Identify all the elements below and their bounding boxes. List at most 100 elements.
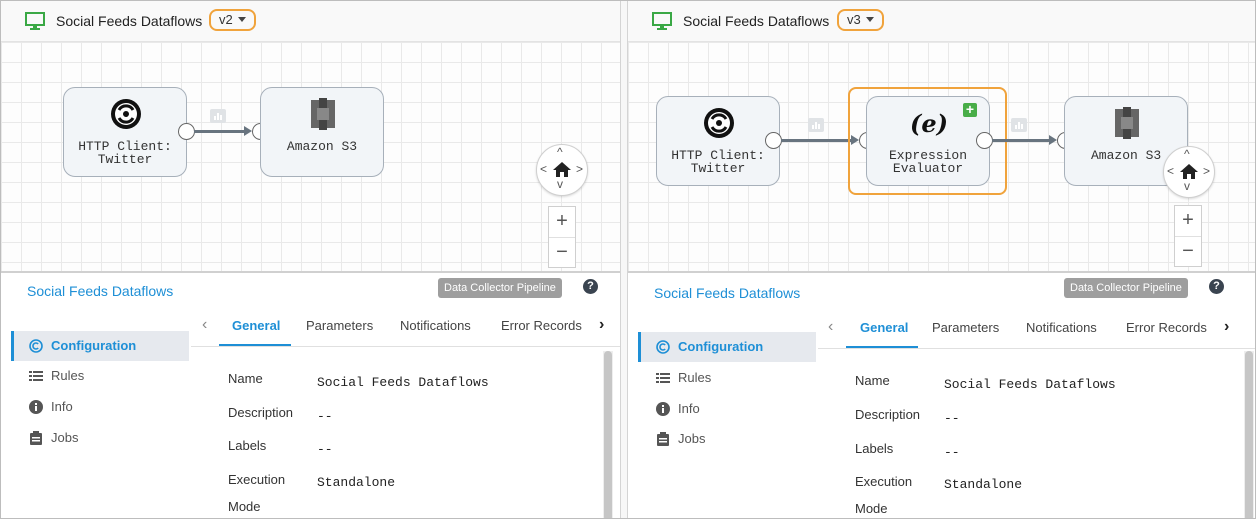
stage-label: Expression Evaluator [888,148,967,176]
stage-http-client[interactable]: HTTP Client: Twitter [63,87,187,177]
scrollbar-thumb[interactable] [604,351,612,518]
tab-scroll-right-icon[interactable]: › [1224,318,1229,336]
output-port[interactable] [178,123,195,140]
stage-http-client[interactable]: HTTP Client: Twitter [656,96,780,186]
sidebar-item-label: Jobs [678,431,706,446]
http-client-sync-icon [704,108,734,138]
property-label-description: Description [228,405,294,420]
stage-link[interactable] [781,139,852,142]
zoom-control: + − [548,206,576,268]
monitor-icon [652,12,672,30]
tab-scroll-right-icon[interactable]: › [599,316,604,334]
zoom-in-button[interactable]: + [549,207,575,238]
sidebar-item-rules[interactable]: Rules [638,363,816,393]
pipeline-canvas[interactable]: HTTP Client: Twitter Amazon S3 ^ < > v +… [1,42,620,273]
monitor-icon [25,12,45,30]
stage-label: HTTP Client: Twitter [78,139,172,167]
pipeline-canvas[interactable]: HTTP Client: Twitter (e) Expression Eval… [628,42,1255,273]
zoom-out-button[interactable]: − [1175,237,1201,267]
tab-parameters[interactable]: Parameters [932,320,999,335]
stage-amazon-s3[interactable]: Amazon S3 [260,87,384,177]
pan-right-icon[interactable]: > [576,163,583,175]
pan-left-icon[interactable]: < [1167,165,1174,177]
sidebar-item-info[interactable]: Info [11,392,189,422]
tab-notifications[interactable]: Notifications [1026,320,1097,335]
home-icon[interactable] [553,162,571,177]
tab-general[interactable]: General [860,320,908,335]
property-value-description: -- [317,409,333,424]
properties-scrollbar[interactable] [1244,351,1254,518]
property-value-name: Social Feeds Dataflows [944,377,1116,392]
config-title: Social Feeds Dataflows [654,285,801,301]
tab-error-records[interactable]: Error Records [501,318,582,333]
property-value-name: Social Feeds Dataflows [317,375,489,390]
help-icon[interactable]: ? [1209,279,1224,294]
zoom-out-button[interactable]: − [549,238,575,268]
properties-scrollbar[interactable] [603,351,613,518]
property-label-name: Name [228,371,263,386]
sidebar-item-info[interactable]: Info [638,394,816,424]
http-client-sync-icon [111,99,141,129]
info-icon [29,400,43,414]
sidebar-item-label: Rules [51,368,85,383]
sidebar-item-jobs[interactable]: Jobs [638,424,816,454]
sidebar-item-rules[interactable]: Rules [11,361,189,391]
link-metrics-icon[interactable] [1011,118,1027,132]
tab-parameters[interactable]: Parameters [306,318,373,333]
pipeline-title: Social Feeds Dataflows [683,13,830,29]
link-arrow [244,126,252,136]
sidebar-item-label: Info [51,399,73,414]
property-value-labels: -- [317,442,333,457]
property-value-description: -- [944,411,960,426]
clipboard-icon [657,432,669,446]
output-port[interactable] [976,132,993,149]
pan-left-icon[interactable]: < [540,163,547,175]
general-properties: Name Social Feeds Dataflows Description … [818,349,1228,518]
pipeline-panel-v2: Social Feeds Dataflows v2 HTTP Client: T… [1,1,620,518]
config-sidebar: Configuration Rules Info Jobs [1,303,189,518]
property-label-execution-mode: Execution Mode [228,472,286,514]
amazon-s3-icon [1115,107,1139,139]
canvas-pan-control[interactable]: ^ < > v [536,144,588,196]
property-label-description: Description [855,407,921,422]
version-label: v3 [847,12,861,27]
stage-label: HTTP Client: Twitter [671,148,765,176]
version-dropdown[interactable]: v2 [209,9,256,31]
tab-notifications[interactable]: Notifications [400,318,471,333]
stage-link[interactable] [194,130,246,133]
canvas-pan-control[interactable]: ^ < > v [1163,146,1215,198]
help-icon[interactable]: ? [583,279,598,294]
panel-divider [620,1,628,518]
pipeline-type-badge: Data Collector Pipeline [438,278,562,298]
sidebar-item-label: Info [678,401,700,416]
pan-right-icon[interactable]: > [1203,165,1210,177]
zoom-control: + − [1174,205,1202,267]
tab-scroll-left-icon[interactable]: ‹ [202,316,207,334]
pipeline-type-badge: Data Collector Pipeline [1064,278,1188,298]
scrollbar-thumb[interactable] [1245,351,1253,518]
config-header: Social Feeds Dataflows Data Collector Pi… [628,273,1255,303]
config-sidebar: Configuration Rules Info Jobs [628,303,816,518]
pipeline-header: Social Feeds Dataflows v3 [628,1,1255,42]
pan-up-icon[interactable]: ^ [557,146,563,158]
general-properties: Name Social Feeds Dataflows Description … [191,347,601,518]
property-value-execution-mode: Standalone [317,475,396,490]
pan-up-icon[interactable]: ^ [1184,148,1190,160]
home-icon[interactable] [1180,164,1198,179]
output-port[interactable] [765,132,782,149]
tab-general[interactable]: General [232,318,280,333]
version-dropdown[interactable]: v3 [837,9,884,31]
zoom-in-button[interactable]: + [1175,206,1201,237]
pan-down-icon[interactable]: v [557,178,563,190]
stage-link[interactable] [992,139,1050,142]
link-metrics-icon[interactable] [210,109,226,123]
sidebar-item-configuration[interactable]: Configuration [638,332,816,362]
tab-scroll-left-icon[interactable]: ‹ [828,318,833,336]
sidebar-item-configuration[interactable]: Configuration [11,331,189,361]
link-metrics-icon[interactable] [808,118,824,132]
sidebar-item-jobs[interactable]: Jobs [11,423,189,453]
tab-error-records[interactable]: Error Records [1126,320,1207,335]
property-label-labels: Labels [855,441,894,456]
caret-down-icon [865,17,874,22]
pan-down-icon[interactable]: v [1184,180,1190,192]
